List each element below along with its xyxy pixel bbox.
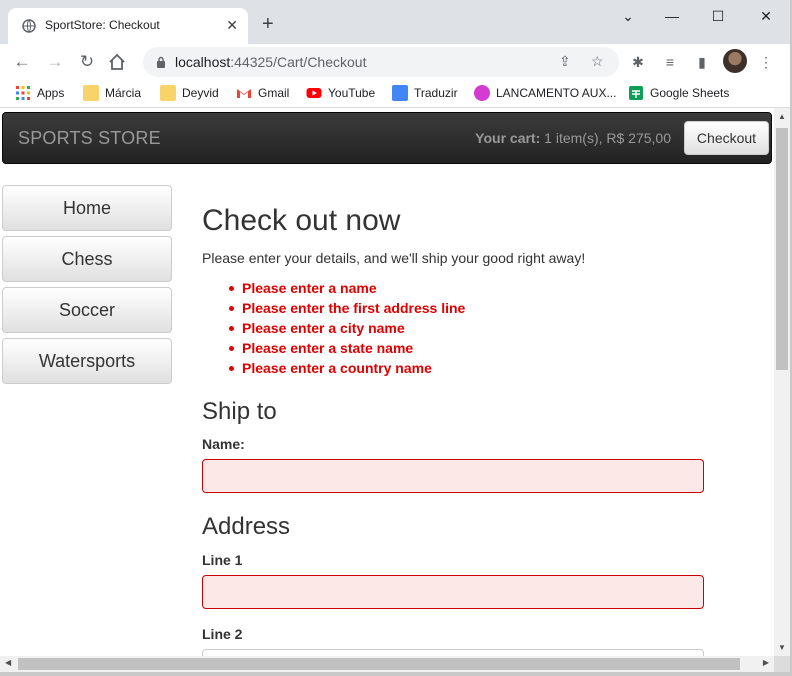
bookmark-gmail[interactable]: Gmail [236,85,289,103]
category-home-button[interactable]: Home [2,185,172,231]
forward-arrow-icon[interactable]: → [44,51,66,73]
new-tab-button[interactable]: + [262,14,274,34]
bookmark-label: LANCAMENTO AUX... [496,86,617,100]
intro-text: Please enter your details, and we'll shi… [202,250,586,266]
extensions-puzzle-icon[interactable]: ✱ [628,52,648,72]
scroll-down-arrow-icon[interactable]: ▼ [778,643,786,652]
line1-label: Line 1 [202,552,243,568]
bookmark-marcia[interactable]: Márcia [83,85,141,103]
name-input[interactable] [202,459,704,493]
vertical-scrollbar[interactable]: ▲ ▼ [774,108,790,656]
folder-icon [83,85,99,101]
scrollbar-corner [774,656,790,672]
youtube-icon [306,88,322,98]
app-icon [474,85,490,101]
home-icon[interactable] [108,53,126,71]
bookmark-label: Deyvid [182,86,219,100]
category-watersports-button[interactable]: Watersports [2,338,172,384]
window-frame-bottom [0,672,792,676]
tab-search-chevron-icon[interactable]: ⌄ [616,6,640,26]
reload-icon[interactable]: ↻ [76,51,98,73]
bookmark-lancamento[interactable]: LANCAMENTO AUX... [474,85,616,103]
bookmark-label: YouTube [328,86,376,100]
globe-icon [22,19,36,33]
maximize-button[interactable]: ☐ [706,6,730,26]
bookmark-label: Márcia [105,86,142,100]
back-arrow-icon[interactable]: ← [11,51,33,73]
bookmark-label: Apps [37,86,65,100]
name-label: Name: [202,436,245,452]
close-window-button[interactable]: ✕ [754,6,778,26]
bookmark-deyvid[interactable]: Deyvid [160,85,219,103]
validation-error: Please enter a city name [228,320,465,340]
validation-summary: Please enter a name Please enter the fir… [228,280,465,380]
share-icon[interactable]: ⇪ [559,53,571,70]
bookmarks-bar: Apps Márcia Deyvid Gmail YouTube Traduzi… [0,80,792,108]
ship-to-heading: Ship to [202,398,277,425]
vertical-scroll-thumb[interactable] [776,128,788,370]
bookmark-google-sheets[interactable]: Google Sheets [628,85,729,103]
cart-summary-value: 1 item(s), R$ 275,00 [544,130,671,146]
minimize-button[interactable]: — [660,6,684,26]
tab-title: SportStore: Checkout [45,18,160,32]
checkout-button[interactable]: Checkout [684,121,769,155]
apps-grid-icon [16,86,30,100]
side-panel-icon[interactable]: ▮ [692,52,712,72]
line1-input[interactable] [202,575,704,609]
category-soccer-button[interactable]: Soccer [2,287,172,333]
bookmark-youtube[interactable]: YouTube [306,85,375,103]
cart-summary: Your cart: 1 item(s), R$ 275,00 [475,130,671,146]
store-navbar: SPORTS STORE Your cart: 1 item(s), R$ 27… [2,112,772,164]
bookmark-label: Gmail [258,86,290,100]
address-heading: Address [202,513,291,540]
validation-error: Please enter the first address line [228,300,465,320]
scroll-up-arrow-icon[interactable]: ▲ [778,112,786,121]
validation-error: Please enter a name [228,280,465,300]
bookmark-star-icon[interactable]: ☆ [591,53,604,70]
folder-icon [160,85,176,101]
browser-tab-active[interactable]: SportStore: Checkout ✕ [8,8,248,44]
url-path: :44325/Cart/Checkout [230,54,367,70]
url-host: localhost [175,54,231,70]
page-viewport: SPORTS STORE Your cart: 1 item(s), R$ 27… [0,108,774,656]
page-title: Check out now [202,204,401,237]
gmail-icon [237,89,251,98]
browser-toolbar: ← → ↻ localhost:44325/Cart/Checkout ⇪ ☆ … [0,44,792,80]
bookmark-traduzir[interactable]: Traduzir [392,85,458,103]
browser-titlebar: SportStore: Checkout ✕ + ⌄ — ☐ ✕ [0,0,792,44]
bookmark-apps[interactable]: Apps [15,85,64,103]
validation-error: Please enter a state name [228,340,465,360]
horizontal-scrollbar[interactable]: ◀ ▶ [0,656,774,672]
scroll-right-arrow-icon[interactable]: ▶ [763,658,769,667]
tab-close-icon[interactable]: ✕ [226,16,238,34]
sheets-icon [629,86,643,100]
bookmark-label: Traduzir [414,86,458,100]
media-controls-icon[interactable]: ≡ [660,52,680,72]
address-bar[interactable]: localhost:44325/Cart/Checkout ⇪ ☆ [143,47,619,77]
validation-error: Please enter a country name [228,360,465,380]
profile-avatar[interactable] [723,49,747,73]
translate-icon [392,85,408,101]
category-chess-button[interactable]: Chess [2,236,172,282]
lock-icon [157,56,165,68]
horizontal-scroll-thumb[interactable] [18,658,740,670]
line2-label: Line 2 [202,626,243,642]
cart-label: Your cart: [475,130,541,146]
url-text: localhost:44325/Cart/Checkout [175,54,366,70]
bookmark-label: Google Sheets [650,86,730,100]
line2-input[interactable] [202,649,704,656]
more-menu-icon[interactable]: ⋮ [756,52,776,72]
store-brand[interactable]: SPORTS STORE [18,128,161,149]
scroll-left-arrow-icon[interactable]: ◀ [5,658,11,667]
